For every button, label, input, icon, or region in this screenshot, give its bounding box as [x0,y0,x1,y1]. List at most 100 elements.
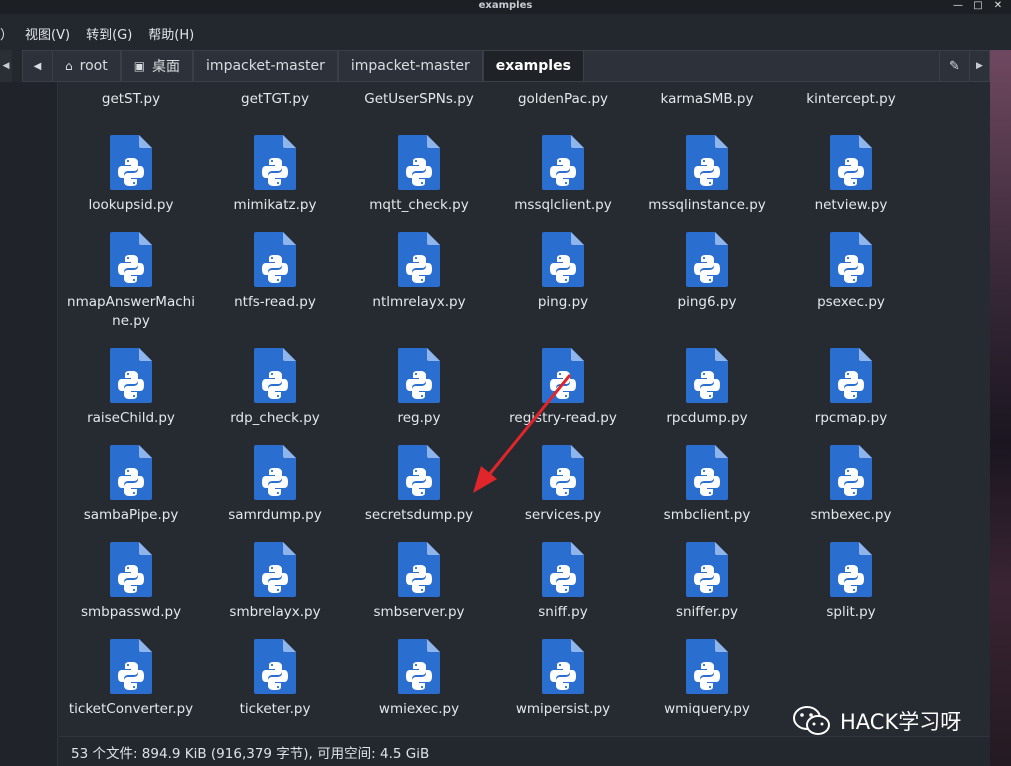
window-title: examples [478,0,533,11]
file-item[interactable]: GetUserSPNs.py [347,90,491,109]
breadcrumb-scroll-left-button[interactable]: ◀ [22,50,52,82]
python-file-icon [542,348,584,403]
file-name: ticketer.py [239,701,311,717]
python-file-icon [686,445,728,500]
python-file-icon [398,542,440,597]
file-name: GetUserSPNs.py [364,91,474,107]
file-item[interactable]: wmipersist.py [491,638,635,719]
file-item[interactable]: ticketer.py [203,638,347,719]
wechat-icon [793,706,830,735]
maximize-icon[interactable]: □ [971,0,985,12]
file-name: smbrelayx.py [229,604,321,620]
file-item[interactable]: karmaSMB.py [635,90,779,109]
file-item[interactable]: lookupsid.py [59,134,203,215]
file-name: sniffer.py [675,604,739,620]
file-item[interactable]: smbexec.py [779,444,923,525]
file-item[interactable]: registry-read.py [491,347,635,428]
file-name: ping6.py [677,294,737,310]
breadcrumb-label: 桌面 [152,59,181,75]
file-name: wmipersist.py [515,701,611,717]
minimize-icon[interactable]: — [951,0,965,12]
file-name: getST.py [101,91,161,107]
file-name: getTGT.py [241,91,309,107]
file-item[interactable]: getST.py [59,90,203,109]
file-item[interactable]: services.py [491,444,635,525]
breadcrumb-scroll-right-button[interactable]: ▶ [970,50,990,82]
python-file-icon [110,135,152,190]
file-item[interactable]: mqtt_check.py [347,134,491,215]
menu-item-go[interactable]: 转到(G) [86,24,132,43]
file-item[interactable]: mimikatz.py [203,134,347,215]
file-name: netview.py [814,197,888,213]
file-item[interactable]: wmiquery.py [635,638,779,719]
file-item[interactable]: reg.py [347,347,491,428]
file-item[interactable]: ticketConverter.py [59,638,203,719]
file-item[interactable]: ping.py [491,231,635,312]
file-name: rdp_check.py [230,410,320,426]
file-name: rpcmap.py [814,410,888,426]
file-item[interactable]: psexec.py [779,231,923,312]
file-name: rpcdump.py [666,410,748,426]
breadcrumb-root[interactable]: ⌂ root [52,50,121,82]
breadcrumb-impacket-master-2[interactable]: impacket-master [337,50,483,82]
python-file-icon [254,445,296,500]
menu-item-view[interactable]: 视图(V) [25,24,70,43]
file-name: smbclient.py [663,507,751,523]
breadcrumb-impacket-master-1[interactable]: impacket-master [193,50,338,82]
file-item[interactable]: smbrelayx.py [203,541,347,622]
sidebar-collapse-icon[interactable]: ◀ [0,50,12,82]
python-file-icon [686,135,728,190]
python-file-icon [398,348,440,403]
file-item[interactable]: nmapAnswerMachine.py [59,231,203,331]
file-name: samrdump.py [228,507,322,523]
status-text: 53 个文件: 894.9 KiB (916,379 字节), 可用空间: 4.… [71,745,430,762]
file-item[interactable]: ping6.py [635,231,779,312]
menu-item-help[interactable]: 帮助(H) [148,24,194,43]
file-item[interactable]: mssqlinstance.py [635,134,779,215]
file-item[interactable]: smbserver.py [347,541,491,622]
file-item[interactable]: rpcmap.py [779,347,923,428]
python-file-icon [110,232,152,287]
python-file-icon [542,639,584,694]
file-item[interactable]: rpcdump.py [635,347,779,428]
desktop-icon: ▣ [133,59,146,73]
breadcrumb-desktop[interactable]: ▣ 桌面 [120,50,194,82]
file-item[interactable]: goldenPac.py [491,90,635,109]
file-item[interactable]: smbclient.py [635,444,779,525]
file-name: sniff.py [538,604,588,620]
python-file-icon [830,542,872,597]
file-item[interactable]: kintercept.py [779,90,923,109]
menu-item-edit[interactable]: ） [0,24,13,43]
file-name: raiseChild.py [87,410,175,426]
file-name: mssqlinstance.py [648,197,766,213]
python-file-icon [830,348,872,403]
breadcrumb-examples[interactable]: examples [482,50,584,82]
status-bar: 53 个文件: 894.9 KiB (916,379 字节), 可用空间: 4.… [59,736,990,766]
edit-location-button[interactable]: ✎ [940,50,970,82]
file-item[interactable]: sambaPipe.py [59,444,203,525]
file-item[interactable]: smbpasswd.py [59,541,203,622]
file-item[interactable]: netview.py [779,134,923,215]
file-item[interactable]: ntlmrelayx.py [347,231,491,312]
sidebar [0,82,58,766]
file-item[interactable]: samrdump.py [203,444,347,525]
close-icon[interactable]: ✕ [991,0,1005,12]
file-item[interactable]: wmiexec.py [347,638,491,719]
file-item[interactable]: sniffer.py [635,541,779,622]
file-item[interactable]: ntfs-read.py [203,231,347,312]
watermark-text: HACK学习呀 [840,710,962,734]
file-item[interactable]: rdp_check.py [203,347,347,428]
python-file-icon [254,542,296,597]
file-item[interactable]: getTGT.py [203,90,347,109]
file-item[interactable]: raiseChild.py [59,347,203,428]
file-item[interactable]: mssqlclient.py [491,134,635,215]
file-item[interactable]: split.py [779,541,923,622]
python-file-icon [686,348,728,403]
python-file-icon [542,232,584,287]
breadcrumb-spacer [583,50,940,82]
file-name: mqtt_check.py [369,197,469,213]
file-item[interactable]: sniff.py [491,541,635,622]
file-item[interactable]: secretsdump.py [347,444,491,525]
file-name: wmiquery.py [664,701,750,717]
python-file-icon [830,135,872,190]
